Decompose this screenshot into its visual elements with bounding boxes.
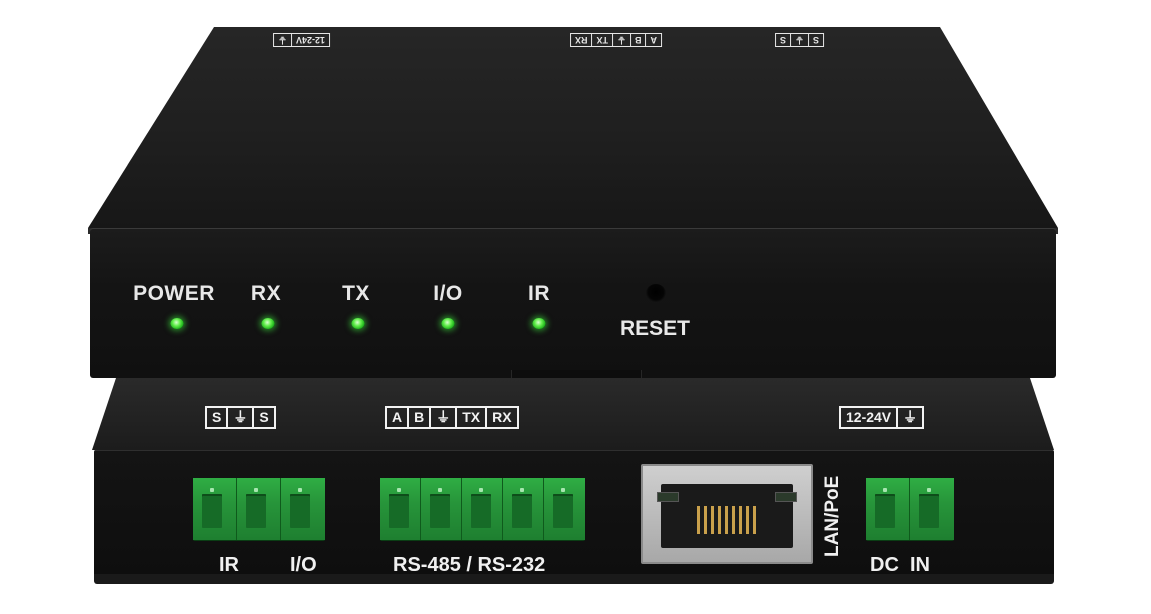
led-label-io: I/O — [433, 282, 463, 305]
pin-label-text: ⏚ — [226, 408, 252, 427]
activity-led — [775, 492, 797, 502]
front-panel — [90, 228, 1056, 378]
serial-terminal-block[interactable] — [380, 478, 585, 540]
pin-label-text: 12-24V — [846, 409, 892, 425]
reset-button[interactable] — [646, 284, 666, 302]
terminal-slot[interactable] — [380, 478, 421, 540]
pin-label-text: S — [252, 408, 273, 427]
lid-pin-label: 12-24V — [296, 35, 326, 45]
rj45-socket — [657, 484, 797, 548]
led-label-tx: TX — [342, 282, 370, 305]
pin-label-text: A — [392, 409, 403, 425]
serial-caption: RS-485 / RS-232 — [393, 554, 546, 576]
pin-label-text: S — [212, 409, 222, 425]
pin-label-text: ⏚ — [896, 408, 922, 427]
terminal-slot[interactable] — [421, 478, 462, 540]
io-led — [441, 318, 455, 329]
power-led — [170, 318, 184, 329]
lid-label-serial: A B ⏚ TX RX — [570, 33, 663, 47]
power-terminal-block[interactable] — [866, 478, 954, 540]
dc-in-caption: DC IN — [870, 554, 930, 576]
ir-led — [532, 318, 546, 329]
terminal-slot[interactable] — [281, 478, 325, 540]
terminal-slot[interactable] — [866, 478, 910, 540]
lid-pin-label: ⏚ — [613, 34, 632, 46]
pin-label-ir-io: S ⏚ S — [205, 406, 276, 429]
lan-poe-port[interactable] — [641, 464, 813, 564]
terminal-slot[interactable] — [503, 478, 544, 540]
terminal-slot[interactable] — [237, 478, 281, 540]
io-caption: I/O — [290, 554, 317, 576]
pin-label-serial: A B ⏚ TX RX — [385, 406, 519, 429]
link-led — [657, 492, 679, 502]
ir-caption: IR — [219, 554, 239, 576]
terminal-slot[interactable] — [193, 478, 237, 540]
tx-led — [351, 318, 365, 329]
lid-pin-label: ⏚ — [791, 34, 810, 46]
lid-pin-label: S — [813, 35, 820, 45]
lid-pin-label: B — [631, 34, 647, 46]
led-label-ir: IR — [528, 282, 550, 305]
pin-label-text: TX — [455, 408, 485, 427]
lid-pin-label: RX — [571, 34, 593, 46]
pin-label-text: RX — [485, 408, 516, 427]
terminal-slot[interactable] — [910, 478, 954, 540]
lid-pin-label: ⏚ — [274, 34, 293, 46]
device-photo: 12-24V ⏚ A B ⏚ TX RX S ⏚ S POWER RX TX I… — [0, 0, 1151, 614]
top-unit: 12-24V ⏚ A B ⏚ TX RX S ⏚ S POWER RX TX I… — [0, 0, 1151, 385]
lid-label-power: 12-24V ⏚ — [273, 33, 331, 47]
lid-pin-label: TX — [592, 34, 614, 46]
lid-pin-label: A — [650, 35, 658, 45]
pin-label-power: 12-24V ⏚ — [839, 406, 925, 429]
led-label-power: POWER — [133, 282, 215, 305]
led-label-rx: RX — [250, 282, 282, 305]
rx-led — [261, 318, 275, 329]
lid-label-ir: S ⏚ S — [775, 33, 825, 47]
lid-pin-label: S — [776, 34, 792, 46]
lan-poe-label: LAN/PoE — [822, 475, 843, 557]
pin-label-text: ⏚ — [429, 408, 455, 427]
reset-label: RESET — [619, 317, 691, 340]
terminal-slot[interactable] — [462, 478, 503, 540]
rj45-contacts — [697, 506, 757, 534]
pin-label-text: B — [407, 408, 429, 427]
ir-io-terminal-block[interactable] — [193, 478, 325, 540]
terminal-slot[interactable] — [544, 478, 585, 540]
